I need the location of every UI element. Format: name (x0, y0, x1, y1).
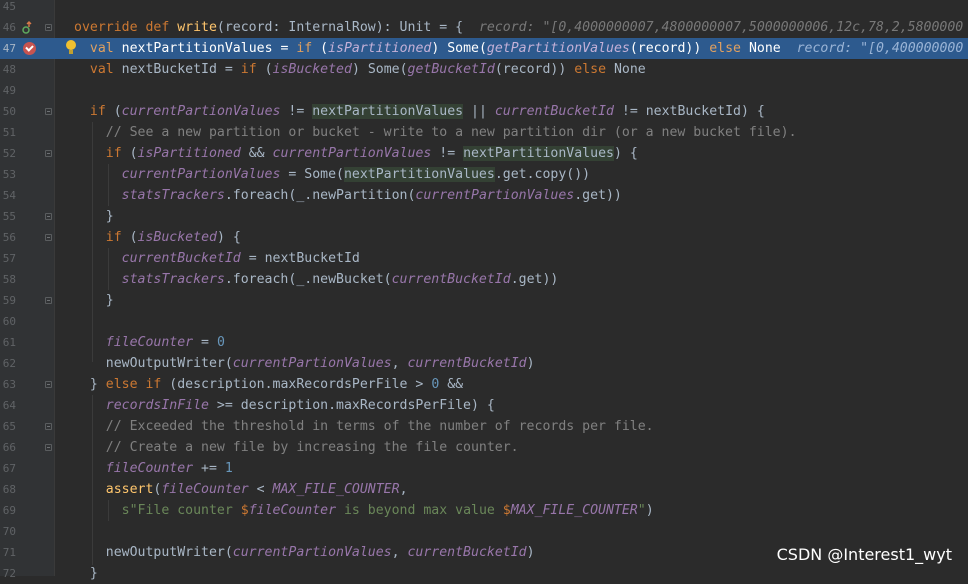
line-number[interactable]: 57 (0, 248, 16, 269)
line-number[interactable]: 67 (0, 458, 16, 479)
line-number[interactable]: 53 (0, 164, 16, 185)
code-text[interactable]: override def write(record: InternalRow):… (74, 17, 963, 38)
code-text[interactable]: if (currentPartionValues != nextPartitio… (74, 101, 765, 122)
code-line[interactable]: 68 assert(fileCounter < MAX_FILE_COUNTER… (0, 479, 968, 500)
code-line[interactable]: 57 currentBucketId = nextBucketId (0, 248, 968, 269)
line-number[interactable]: 61 (0, 332, 16, 353)
code-text[interactable]: } else if (description.maxRecordsPerFile… (74, 374, 463, 395)
line-number[interactable]: 52 (0, 143, 16, 164)
line-number[interactable]: 50 (0, 101, 16, 122)
code-line[interactable]: 55 } (0, 206, 968, 227)
code-line[interactable]: 69 s"File counter $fileCounter is beyond… (0, 500, 968, 521)
line-number[interactable]: 49 (0, 80, 16, 101)
line-number[interactable]: 70 (0, 521, 16, 542)
line-number[interactable]: 56 (0, 227, 16, 248)
code-text[interactable]: // See a new partition or bucket - write… (74, 122, 797, 143)
code-line[interactable]: 72 } (0, 563, 968, 584)
line-number[interactable]: 45 (0, 0, 16, 17)
code-line[interactable]: 50 if (currentPartionValues != nextParti… (0, 101, 968, 122)
code-text[interactable]: fileCounter = 0 (74, 332, 225, 353)
code-text[interactable]: statsTrackers.foreach(_.newBucket(curren… (74, 269, 559, 290)
line-number[interactable]: 54 (0, 185, 16, 206)
line-number[interactable]: 65 (0, 416, 16, 437)
line-number[interactable]: 63 (0, 374, 16, 395)
line-number[interactable]: 46 (0, 17, 16, 38)
override-method-icon[interactable] (22, 21, 32, 34)
code-line[interactable]: 62 newOutputWriter(currentPartionValues,… (0, 353, 968, 374)
code-line[interactable]: 53 currentPartionValues = Some(nextParti… (0, 164, 968, 185)
code-text[interactable]: val nextPartitionValues = if (isPartitio… (74, 38, 963, 59)
code-text[interactable]: // Exceeded the threshold in terms of th… (74, 416, 654, 437)
line-number[interactable]: 59 (0, 290, 16, 311)
code-line[interactable]: 49 (0, 80, 968, 101)
code-text[interactable]: } (74, 206, 114, 227)
code-line[interactable]: 66 // Create a new file by increasing th… (0, 437, 968, 458)
code-text[interactable]: newOutputWriter(currentPartionValues, cu… (74, 542, 535, 563)
watermark: CSDN @Interest1_wyt (776, 545, 952, 564)
line-number[interactable]: 68 (0, 479, 16, 500)
code-text[interactable]: if (isBucketed) { (74, 227, 241, 248)
line-number[interactable]: 72 (0, 563, 16, 584)
line-number[interactable]: 48 (0, 59, 16, 80)
fold-marker-icon[interactable] (45, 108, 52, 115)
code-line[interactable]: 48 val nextBucketId = if (isBucketed) So… (0, 59, 968, 80)
line-number[interactable]: 69 (0, 500, 16, 521)
code-text[interactable]: if (isPartitioned && currentPartionValue… (74, 143, 638, 164)
code-text[interactable]: recordsInFile >= description.maxRecordsP… (74, 395, 495, 416)
code-text[interactable]: currentPartionValues = Some(nextPartitio… (74, 164, 590, 185)
fold-marker-icon[interactable] (45, 150, 52, 157)
line-number[interactable]: 51 (0, 122, 16, 143)
fold-marker-icon[interactable] (45, 24, 52, 31)
code-line[interactable]: 64 recordsInFile >= description.maxRecor… (0, 395, 968, 416)
line-number[interactable]: 60 (0, 311, 16, 332)
line-number[interactable]: 66 (0, 437, 16, 458)
breakpoint-icon[interactable] (23, 42, 36, 55)
line-number[interactable]: 71 (0, 542, 16, 563)
code-line[interactable]: 58 statsTrackers.foreach(_.newBucket(cur… (0, 269, 968, 290)
code-line[interactable]: 56 if (isBucketed) { (0, 227, 968, 248)
code-line[interactable]: 45 (0, 0, 968, 17)
code-text[interactable]: val nextBucketId = if (isBucketed) Some(… (74, 59, 646, 80)
code-line[interactable]: 54 statsTrackers.foreach(_.newPartition(… (0, 185, 968, 206)
fold-marker-icon[interactable] (45, 297, 52, 304)
code-line[interactable]: 67 fileCounter += 1 (0, 458, 968, 479)
code-line[interactable]: 63 } else if (description.maxRecordsPerF… (0, 374, 968, 395)
fold-marker-icon[interactable] (45, 423, 52, 430)
code-text[interactable]: assert(fileCounter < MAX_FILE_COUNTER, (74, 479, 408, 500)
line-number[interactable]: 58 (0, 269, 16, 290)
code-line[interactable]: 52 if (isPartitioned && currentPartionVa… (0, 143, 968, 164)
fold-marker-icon[interactable] (45, 213, 52, 220)
line-number[interactable]: 47 (0, 38, 16, 59)
code-text[interactable]: statsTrackers.foreach(_.newPartition(cur… (74, 185, 622, 206)
code-text[interactable]: // Create a new file by increasing the f… (74, 437, 519, 458)
code-line[interactable]: 59 } (0, 290, 968, 311)
line-number[interactable]: 62 (0, 353, 16, 374)
fold-marker-icon[interactable] (45, 381, 52, 388)
code-text[interactable]: currentBucketId = nextBucketId (74, 248, 360, 269)
line-number[interactable]: 64 (0, 395, 16, 416)
fold-marker-icon[interactable] (45, 444, 52, 451)
code-text[interactable]: s"File counter $fileCounter is beyond ma… (74, 500, 654, 521)
code-text[interactable]: } (74, 290, 114, 311)
code-line[interactable]: 46 override def write(record: InternalRow… (0, 17, 968, 38)
current-execution-line[interactable]: 47 val nextPartitionValues = if (isParti… (0, 38, 968, 59)
code-line[interactable]: 65 // Exceeded the threshold in terms of… (0, 416, 968, 437)
code-line[interactable]: 70 (0, 521, 968, 542)
code-line[interactable]: 60 (0, 311, 968, 332)
line-number[interactable]: 55 (0, 206, 16, 227)
code-line[interactable]: 51 // See a new partition or bucket - wr… (0, 122, 968, 143)
code-text[interactable]: } (74, 563, 98, 584)
code-line[interactable]: 61 fileCounter = 0 (0, 332, 968, 353)
code-text[interactable]: fileCounter += 1 (74, 458, 233, 479)
code-text[interactable]: newOutputWriter(currentPartionValues, cu… (74, 353, 535, 374)
fold-marker-icon[interactable] (45, 234, 52, 241)
